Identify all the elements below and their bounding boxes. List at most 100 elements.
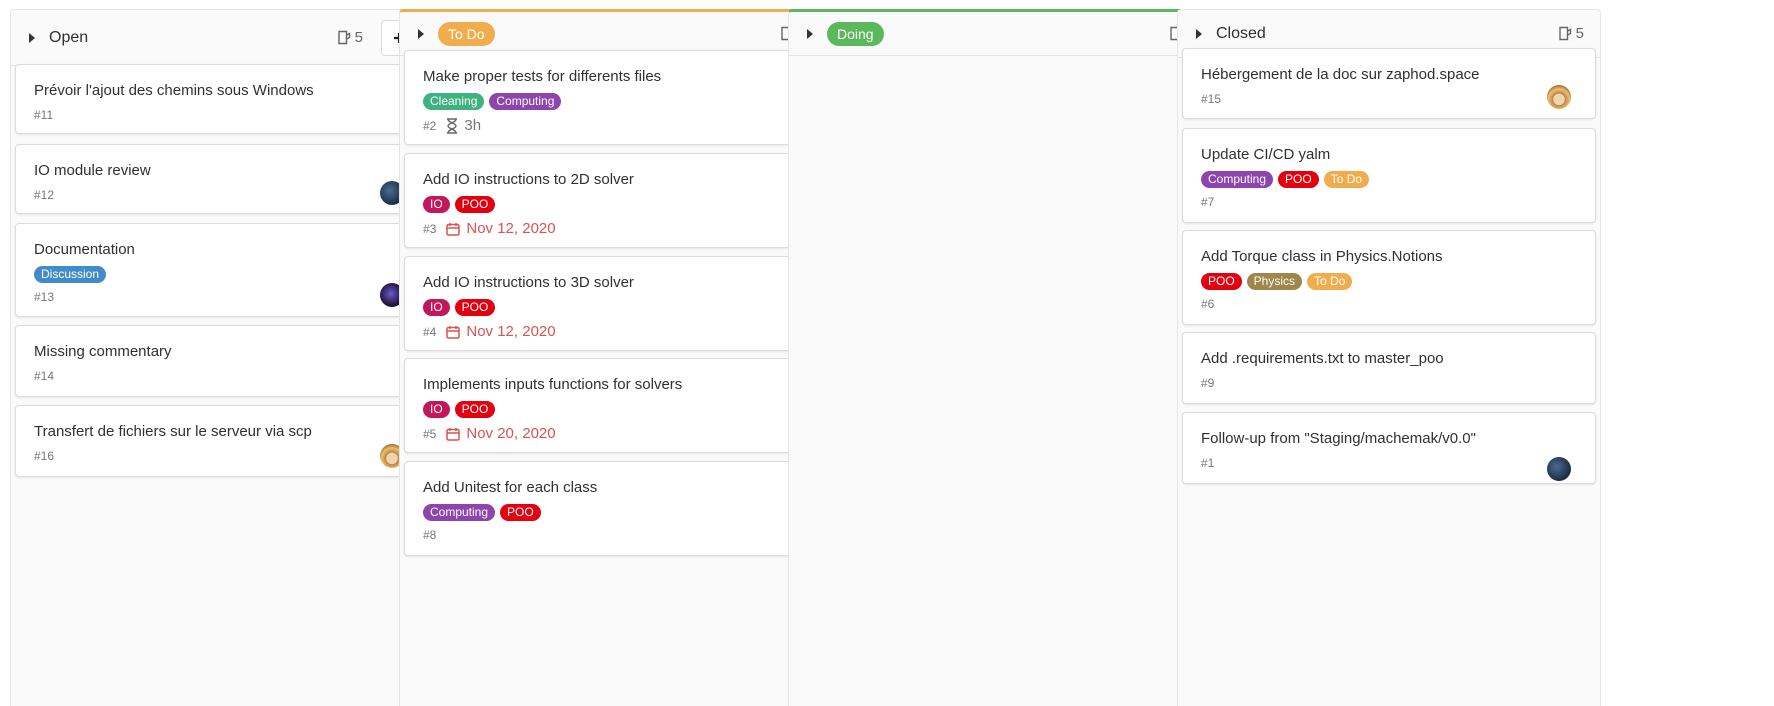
issue-card[interactable]: Add IO instructions to 3D solver IO POO #4 N… [404, 256, 818, 351]
collapse-caret-icon[interactable] [418, 28, 424, 39]
issue-meta: #4 Nov 12, 2020 [423, 323, 799, 340]
issue-labels: Cleaning Computing [423, 93, 799, 110]
issue-card[interactable]: Add .requirements.txt to master_poo #9 [1182, 332, 1596, 404]
issue-card[interactable]: Implements inputs functions for solvers I… [404, 358, 818, 453]
issue-meta: #3 Nov 12, 2020 [423, 220, 799, 237]
issue-card[interactable]: Prévoir l'ajout des chemins sous Windows… [15, 64, 429, 134]
time-estimate: 3h [446, 117, 481, 134]
hourglass-icon [447, 117, 458, 134]
issue-title[interactable]: Documentation [34, 240, 410, 260]
issue-title[interactable]: Add IO instructions to 3D solver [423, 273, 799, 293]
issue-number: #12 [34, 188, 55, 202]
issue-number: #15 [1201, 92, 1222, 106]
collapse-caret-icon[interactable] [1196, 28, 1202, 39]
issue-card[interactable]: Documentation Discussion #13 [15, 223, 429, 317]
issue-label[interactable]: IO [423, 196, 450, 213]
issue-label[interactable]: POO [1201, 273, 1242, 290]
issue-card[interactable]: Transfert de fichiers sur le serveur via… [15, 405, 429, 477]
assignee-avatar[interactable] [1547, 457, 1571, 481]
issue-card[interactable]: Add Torque class in Physics.Notions POO Ph… [1182, 230, 1596, 325]
issue-title[interactable]: Missing commentary [34, 342, 410, 362]
issue-meta: #7 [1201, 195, 1577, 209]
issue-meta: #9 [1201, 376, 1577, 390]
issue-number: #6 [1201, 297, 1215, 311]
issue-meta: #5 Nov 20, 2020 [423, 425, 799, 442]
collapse-caret-icon[interactable] [807, 28, 813, 39]
issue-title[interactable]: Update CI/CD yalm [1201, 145, 1577, 165]
list-title: Open [49, 28, 89, 46]
issue-label[interactable]: Computing [489, 93, 562, 110]
issue-label[interactable]: To Do [1307, 273, 1353, 290]
list-header-open[interactable]: Open 5 [11, 10, 433, 66]
issue-label[interactable]: POO [454, 401, 496, 418]
issue-title[interactable]: Follow-up from "Staging/machemak/v0.0" [1201, 429, 1577, 449]
issue-label[interactable]: POO [500, 504, 541, 521]
issue-labels: IO POO [423, 299, 799, 316]
list-header-doing[interactable]: Doing 0 [789, 12, 1211, 56]
issue-labels: IO POO [423, 196, 799, 213]
issue-label[interactable]: Discussion [34, 266, 107, 283]
issue-title[interactable]: Add .requirements.txt to master_poo [1201, 349, 1577, 369]
issue-meta: #15 [1201, 92, 1577, 106]
calendar-icon [446, 427, 461, 441]
issue-labels: Discussion [34, 266, 410, 283]
issue-title[interactable]: Implements inputs functions for solvers [423, 375, 799, 395]
list-closed: Closed 5 Hébergement de la doc sur zapho… [1177, 9, 1601, 706]
issue-number: #4 [423, 324, 437, 339]
issue-number: #2 [423, 118, 437, 133]
issue-card[interactable]: Missing commentary #14 [15, 325, 429, 397]
list-todo: To Do 5 Make proper tests for differents… [399, 9, 823, 706]
issue-title[interactable]: Add IO instructions to 2D solver [423, 170, 799, 190]
issue-card[interactable]: Add Unitest for each class Computing POO #8 [404, 461, 818, 556]
issue-labels: Computing POO To Do [1201, 171, 1577, 188]
due-date: Nov 12, 2020 [446, 323, 556, 340]
issue-number: #14 [34, 369, 55, 383]
assignee-avatar[interactable] [1547, 85, 1571, 109]
issues-icon [1558, 26, 1572, 41]
issue-number: #5 [423, 426, 437, 441]
issue-label[interactable]: POO [1278, 171, 1319, 188]
issue-labels: Computing POO [423, 504, 799, 521]
calendar-icon [446, 325, 461, 339]
issue-number: #7 [1201, 195, 1215, 209]
issue-label[interactable]: Computing [423, 504, 496, 521]
issue-number: #11 [34, 108, 54, 122]
issue-label[interactable]: IO [423, 401, 450, 418]
issue-label[interactable]: POO [454, 196, 496, 213]
issue-label[interactable]: Cleaning [423, 93, 485, 110]
issue-meta: #11 [34, 108, 410, 122]
issue-label[interactable]: Computing [1201, 171, 1274, 188]
issue-number: #16 [34, 449, 55, 463]
issue-title[interactable]: Add Unitest for each class [423, 478, 799, 498]
issue-card[interactable]: Add IO instructions to 2D solver IO POO #3 N… [404, 153, 818, 248]
issue-labels: POO Physics To Do [1201, 273, 1577, 290]
issue-number: #3 [423, 221, 437, 236]
issue-label[interactable]: IO [423, 299, 450, 316]
calendar-icon [446, 222, 461, 236]
issue-card[interactable]: Make proper tests for differents files Cl… [404, 50, 818, 145]
issue-label[interactable]: Physics [1246, 273, 1303, 290]
issue-number: #8 [423, 528, 437, 542]
issue-labels: IO POO [423, 401, 799, 418]
issue-number: #9 [1201, 376, 1215, 390]
issue-meta: #8 [423, 528, 799, 542]
issue-card[interactable]: Update CI/CD yalm Computing POO To Do #7 [1182, 128, 1596, 223]
issue-label[interactable]: To Do [1323, 171, 1370, 188]
issue-card[interactable]: IO module review #12 [15, 144, 429, 214]
issue-count-value: 5 [354, 29, 363, 46]
issue-meta: #16 [34, 449, 410, 463]
issue-meta: #12 [34, 188, 410, 202]
issue-card[interactable]: Hébergement de la doc sur zaphod.space #1… [1182, 48, 1596, 119]
time-estimate-value: 3h [464, 117, 482, 134]
issue-card[interactable]: Follow-up from "Staging/machemak/v0.0" #1 [1182, 412, 1596, 484]
issue-label[interactable]: POO [454, 299, 496, 316]
issue-title[interactable]: Make proper tests for differents files [423, 67, 799, 87]
collapse-caret-icon[interactable] [29, 32, 35, 43]
issue-title[interactable]: Prévoir l'ajout des chemins sous Windows [34, 81, 410, 101]
issue-title[interactable]: Add Torque class in Physics.Notions [1201, 247, 1577, 267]
issue-count: 5 [1558, 25, 1584, 42]
issue-title[interactable]: Hébergement de la doc sur zaphod.space [1201, 65, 1577, 85]
issue-title[interactable]: IO module review [34, 161, 410, 181]
issue-meta: #2 3h [423, 117, 799, 134]
issue-title[interactable]: Transfert de fichiers sur le serveur via… [34, 422, 410, 442]
